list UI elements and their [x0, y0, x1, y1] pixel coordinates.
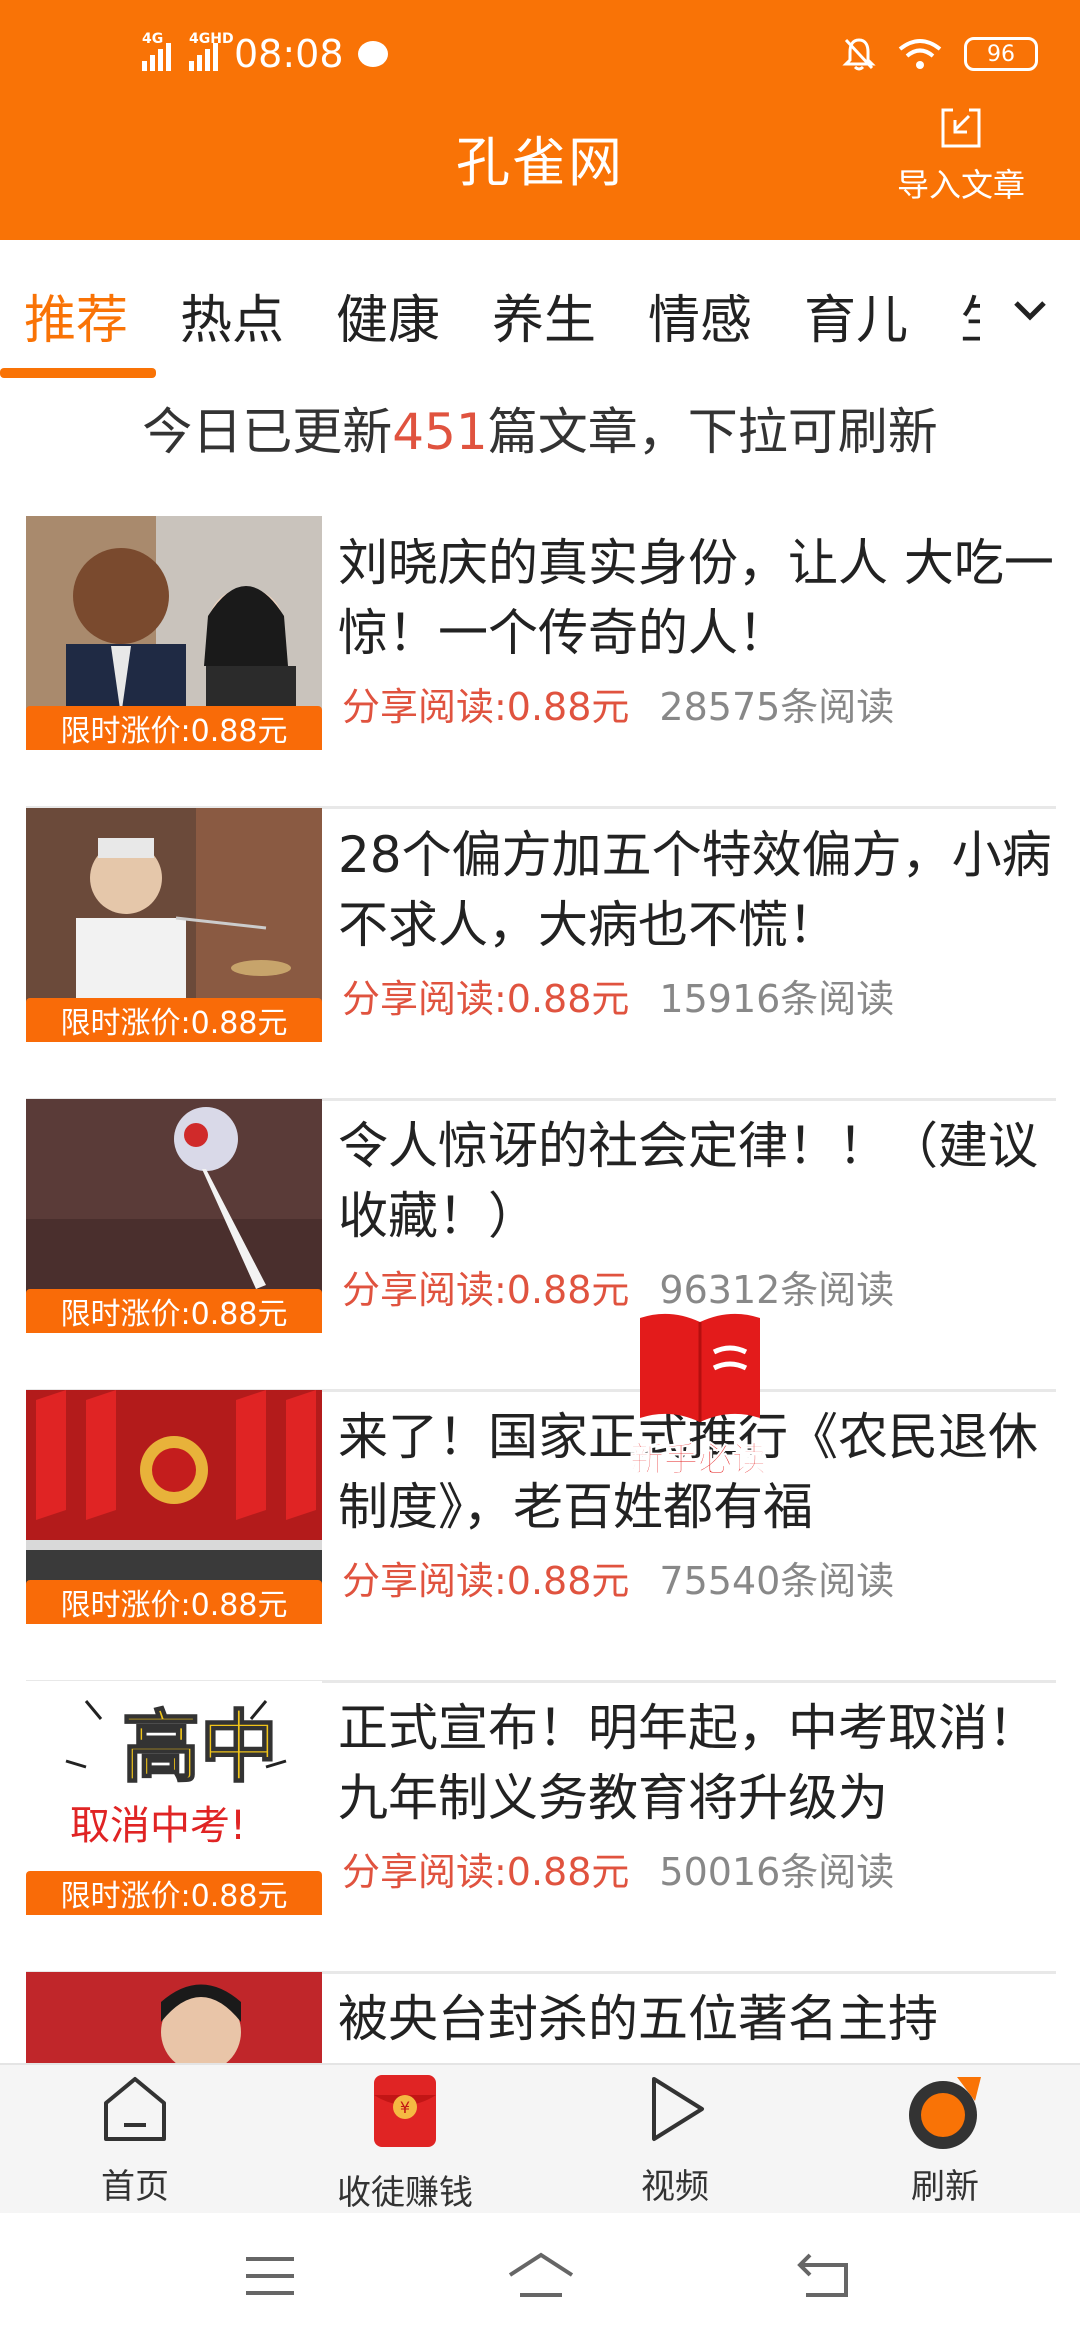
article-item[interactable]: 高中 取消中考! 限时涨价:0.88元 正式宣布！明年起，中考取消！九年制义务教…	[26, 1681, 1056, 1974]
update-notice: 今日已更新451篇文章，下拉可刷新	[142, 403, 938, 461]
article-meta: 分享阅读:0.88元 15916条阅读	[342, 968, 894, 1023]
book-icon	[640, 1313, 760, 1422]
tab-wellness[interactable]: 养生	[492, 278, 596, 353]
article-thumbnail: 限时涨价:0.88元	[26, 1390, 322, 1624]
article-meta: 分享阅读:0.88元 75540条阅读	[342, 1550, 894, 1605]
app-header: 4G 4GHD 08:08 96 孔雀网 导入文章	[0, 0, 1080, 240]
back-icon[interactable]	[796, 2251, 852, 2299]
nav-video-label: 视频	[641, 2167, 709, 2207]
price-tag: 限时涨价:0.88元	[26, 1871, 322, 1915]
bottom-navigation: 首页 ¥ 收徒赚钱 视频 刷新	[0, 2063, 1080, 2215]
article-thumbnail: 限时涨价:0.88元	[26, 808, 322, 1042]
play-icon	[652, 2077, 704, 2141]
wifi-icon	[898, 39, 942, 69]
article-title: 令人惊讶的社会定律！！（建议收藏！）	[338, 1117, 1038, 1245]
mute-bell-icon	[842, 38, 876, 71]
more-tabs-button[interactable]	[980, 240, 1080, 382]
article-thumbnail: 限时涨价:0.88元	[26, 1099, 322, 1333]
svg-text:¥: ¥	[400, 2098, 410, 2117]
battery-indicator: 96	[964, 37, 1038, 71]
article-item[interactable]: 限时涨价:0.88元 令人惊讶的社会定律！！（建议收藏！） 分享阅读:0.88元…	[26, 1099, 1056, 1392]
tab-emotion[interactable]: 情感	[648, 278, 752, 353]
thumbnail-text: 高中	[121, 1702, 279, 1794]
import-label: 导入文章	[896, 166, 1025, 204]
chevron-down-icon	[1014, 301, 1046, 321]
read-count: 28575条阅读	[659, 685, 895, 729]
message-icon	[357, 41, 388, 67]
article-thumbnail: 限时涨价:0.88元	[26, 516, 322, 750]
status-bar: 4G 4GHD 08:08 96	[0, 0, 1080, 120]
share-reward: 分享阅读:0.88元	[342, 1850, 630, 1894]
signal-icon: 4GHD	[189, 31, 234, 71]
status-time: 08:08	[234, 32, 344, 76]
nav-earn[interactable]: ¥ 收徒赚钱	[270, 2065, 540, 2215]
import-article-button[interactable]: 导入文章	[866, 106, 1056, 206]
nav-refresh-label: 刷新	[911, 2167, 979, 2207]
tab-health[interactable]: 健康	[336, 278, 440, 353]
price-tag: 限时涨价:0.88元	[26, 706, 322, 750]
article-title: 28个偏方加五个特效偏方，小病不求人，大病也不慌！	[338, 826, 1052, 954]
article-item[interactable]: 限时涨价:0.88元 来了！国家正式推行《农民退休制度》，老百姓都有福 分享阅读…	[26, 1390, 1056, 1683]
system-navigation-bar	[0, 2213, 1080, 2340]
update-count: 451	[392, 403, 488, 461]
share-reward: 分享阅读:0.88元	[342, 1559, 630, 1603]
read-count: 96312条阅读	[659, 1268, 895, 1312]
article-item[interactable]: 限时涨价:0.88元 刘晓庆的真实身份，让人 大吃一惊！一个传奇的人！ 分享阅读…	[26, 516, 1056, 809]
refresh-icon	[909, 2077, 981, 2149]
share-reward: 分享阅读:0.88元	[342, 685, 630, 729]
article-thumbnail: 高中 取消中考! 限时涨价:0.88元	[26, 1681, 322, 1915]
article-title: 正式宣布！明年起，中考取消！九年制义务教育将升级为	[338, 1699, 1038, 1827]
red-envelope-icon: ¥	[374, 2075, 436, 2147]
badge-label: 新手必读	[630, 1440, 767, 1481]
price-tag: 限时涨价:0.88元	[26, 998, 322, 1042]
nav-earn-label: 收徒赚钱	[337, 2173, 473, 2213]
nav-home-label: 首页	[101, 2167, 169, 2207]
tab-recommend[interactable]: 推荐	[24, 278, 128, 353]
price-tag: 限时涨价:0.88元	[26, 1580, 322, 1624]
article-title: 被央台封杀的五位著名主持	[338, 1990, 938, 2048]
article-meta: 分享阅读:0.88元 50016条阅读	[342, 1841, 894, 1896]
share-reward: 分享阅读:0.88元	[342, 1268, 630, 1312]
category-tabs: 推荐 热点 健康 养生 情感 育儿 生	[0, 240, 1080, 382]
read-count: 75540条阅读	[659, 1559, 895, 1603]
tab-hot[interactable]: 热点	[180, 278, 284, 353]
tab-parenting[interactable]: 育儿	[804, 278, 908, 353]
active-tab-indicator	[0, 368, 156, 378]
home-icon	[104, 2077, 166, 2141]
home-button-icon[interactable]	[506, 2251, 576, 2299]
price-tag: 限时涨价:0.88元	[26, 1289, 322, 1333]
thumbnail-text: 取消中考!	[70, 1803, 247, 1849]
import-icon	[941, 108, 981, 148]
share-reward: 分享阅读:0.88元	[342, 977, 630, 1021]
nav-home[interactable]: 首页	[0, 2065, 270, 2215]
read-count: 15916条阅读	[659, 977, 895, 1021]
article-title: 刘晓庆的真实身份，让人 大吃一惊！一个传奇的人！	[338, 534, 1054, 662]
nav-refresh[interactable]: 刷新	[810, 2065, 1080, 2215]
article-meta: 分享阅读:0.88元 28575条阅读	[342, 676, 894, 731]
nav-video[interactable]: 视频	[540, 2065, 810, 2215]
signal-icon: 4G	[142, 31, 171, 71]
article-meta: 分享阅读:0.88元 96312条阅读	[342, 1259, 894, 1314]
read-count: 50016条阅读	[659, 1850, 895, 1894]
newbie-guide-badge[interactable]: 新手必读	[630, 1308, 780, 1481]
article-item[interactable]: 限时涨价:0.88元 28个偏方加五个特效偏方，小病不求人，大病也不慌！ 分享阅…	[26, 808, 1056, 1101]
menu-icon[interactable]	[244, 2255, 296, 2297]
